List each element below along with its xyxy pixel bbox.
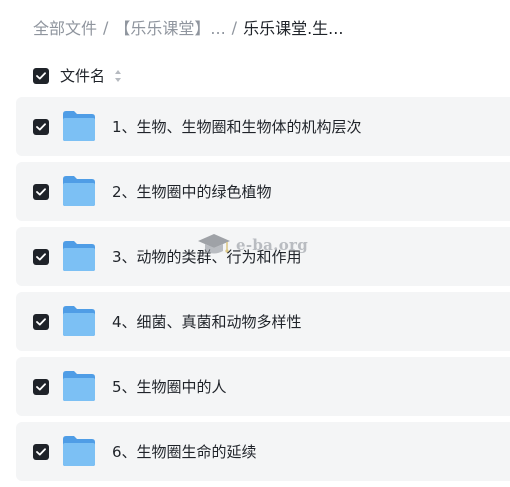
row-checkbox[interactable] bbox=[33, 444, 49, 460]
select-all-checkbox[interactable] bbox=[33, 68, 49, 84]
checkmark-icon bbox=[36, 123, 46, 131]
file-row[interactable]: 3、动物的类群、行为和作用 bbox=[16, 227, 510, 286]
checkmark-icon bbox=[36, 188, 46, 196]
checkmark-icon bbox=[36, 318, 46, 326]
folder-icon bbox=[63, 371, 95, 401]
folder-icon bbox=[63, 111, 95, 141]
file-name[interactable]: 6、生物圈生命的延续 bbox=[112, 441, 257, 462]
row-checkbox[interactable] bbox=[33, 249, 49, 265]
file-row[interactable]: 5、生物圈中的人 bbox=[16, 357, 510, 416]
checkmark-icon bbox=[36, 72, 46, 80]
file-row[interactable]: 6、生物圈生命的延续 bbox=[16, 422, 510, 481]
file-name[interactable]: 3、动物的类群、行为和作用 bbox=[112, 246, 302, 267]
breadcrumb-parent-folder[interactable]: 【乐乐课堂】... bbox=[114, 15, 225, 39]
file-list: 1、生物、生物圈和生物体的机构层次 2、生物圈中的绿色植物 3、动物的类群、行为… bbox=[16, 97, 510, 487]
folder-icon bbox=[63, 436, 95, 466]
checkmark-icon bbox=[36, 383, 46, 391]
file-name[interactable]: 4、细菌、真菌和动物多样性 bbox=[112, 311, 302, 332]
checkmark-icon bbox=[36, 448, 46, 456]
breadcrumb: 全部文件 / 【乐乐课堂】... / 乐乐课堂.生... bbox=[33, 14, 343, 40]
breadcrumb-separator: / bbox=[103, 17, 109, 37]
sort-icon[interactable] bbox=[114, 69, 122, 83]
file-name[interactable]: 1、生物、生物圈和生物体的机构层次 bbox=[112, 116, 362, 137]
file-row[interactable]: 4、细菌、真菌和动物多样性 bbox=[16, 292, 510, 351]
file-row[interactable]: 2、生物圈中的绿色植物 bbox=[16, 162, 510, 221]
file-row[interactable]: 1、生物、生物圈和生物体的机构层次 bbox=[16, 97, 510, 156]
folder-icon bbox=[63, 241, 95, 271]
row-checkbox[interactable] bbox=[33, 314, 49, 330]
breadcrumb-separator: / bbox=[231, 17, 238, 37]
file-name[interactable]: 5、生物圈中的人 bbox=[112, 376, 227, 397]
folder-icon bbox=[63, 176, 95, 206]
checkmark-icon bbox=[36, 253, 46, 261]
breadcrumb-current-folder: 乐乐课堂.生... bbox=[243, 19, 344, 38]
folder-icon bbox=[63, 306, 95, 336]
file-list-header: 文件名 bbox=[0, 62, 510, 90]
file-name[interactable]: 2、生物圈中的绿色植物 bbox=[112, 181, 272, 202]
row-checkbox[interactable] bbox=[33, 379, 49, 395]
row-checkbox[interactable] bbox=[33, 119, 49, 135]
breadcrumb-root[interactable]: 全部文件 bbox=[33, 15, 97, 39]
column-header-filename[interactable]: 文件名 bbox=[60, 65, 105, 86]
row-checkbox[interactable] bbox=[33, 184, 49, 200]
